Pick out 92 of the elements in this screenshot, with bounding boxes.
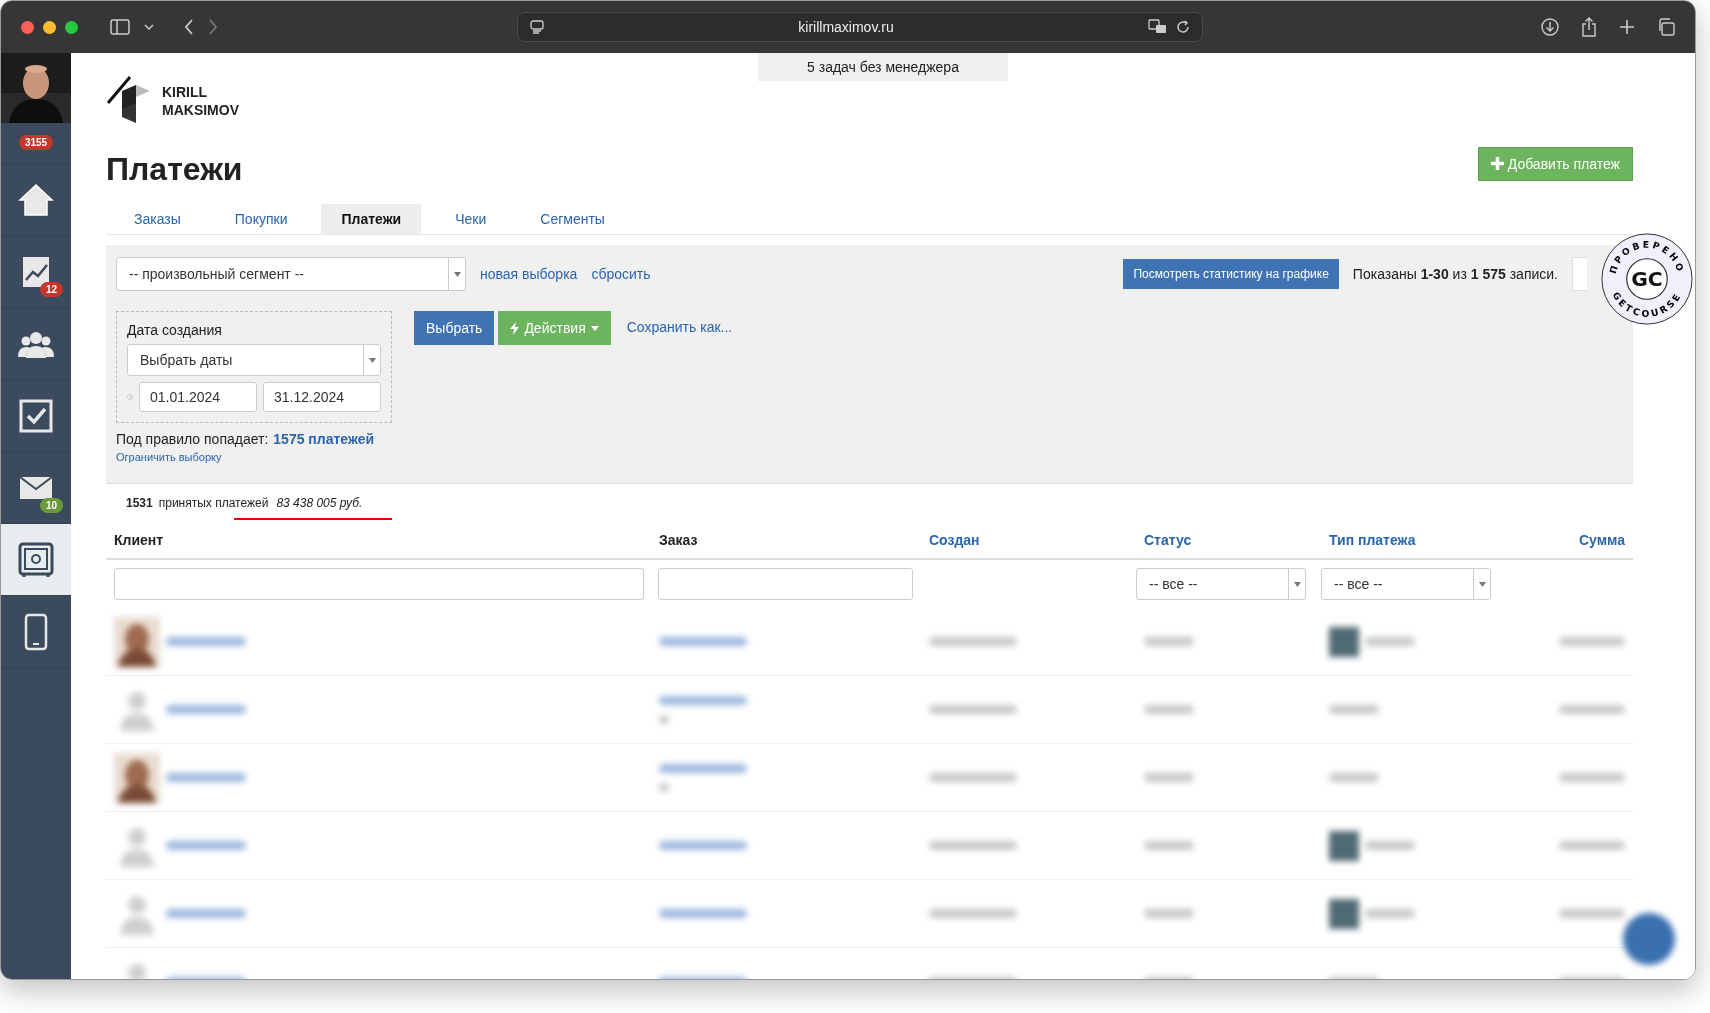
- download-icon[interactable]: [1541, 18, 1559, 36]
- payment-method-icon: [1329, 898, 1359, 929]
- sortable-column-header[interactable]: Тип платежа: [1321, 532, 1551, 548]
- column-header: Клиент: [113, 532, 165, 548]
- statistics-button[interactable]: Посмотреть статистику на графике: [1123, 259, 1339, 289]
- tab[interactable]: Заказы: [114, 204, 201, 234]
- tab[interactable]: Сегменты: [520, 204, 625, 234]
- close-icon[interactable]: [21, 20, 34, 34]
- sidebar-item[interactable]: 12: [1, 236, 71, 308]
- tab[interactable]: Чеки: [435, 204, 507, 234]
- tab[interactable]: Покупки: [214, 204, 308, 234]
- blurred-text: [1144, 841, 1194, 850]
- sidebar-item[interactable]: 3155: [1, 53, 71, 164]
- sortable-column-header[interactable]: Статус: [1136, 532, 1321, 548]
- lightning-icon: [510, 321, 520, 335]
- payments-sum: 83 438 005 руб.: [276, 496, 363, 510]
- payment-method-icon: [1329, 830, 1359, 861]
- reset-link[interactable]: сбросить: [591, 266, 651, 282]
- sidebar-item[interactable]: [1, 524, 71, 596]
- minimize-icon[interactable]: [43, 20, 56, 34]
- dropdown-icon: [453, 271, 461, 277]
- new-tab-icon[interactable]: [1619, 19, 1635, 35]
- dropdown-icon: [1478, 581, 1486, 587]
- translate-icon[interactable]: [1148, 19, 1168, 35]
- notice-banner[interactable]: 5 задач без менеджера: [758, 53, 1008, 81]
- chevron-down-icon[interactable]: [144, 23, 154, 31]
- blurred-text: [1144, 773, 1194, 782]
- blurred-text: [1329, 773, 1379, 782]
- blurred-text: [1559, 773, 1625, 782]
- blurred-text: [659, 782, 669, 792]
- save-as-link[interactable]: Сохранить как...: [626, 319, 733, 335]
- blurred-text: [1329, 705, 1379, 714]
- blurred-text: [659, 714, 669, 724]
- blurred-text: [1559, 909, 1625, 918]
- dropdown-icon: [1293, 581, 1301, 587]
- dropdown-icon: [368, 357, 376, 363]
- mail-icon: [19, 475, 53, 500]
- records-count: Показаны 1-30 из 1 575 записи.: [1352, 266, 1558, 282]
- payment-method-icon: [1329, 626, 1359, 657]
- blurred-text: [1365, 909, 1415, 918]
- date-range-select[interactable]: Выбрать даты: [127, 344, 381, 376]
- forward-icon[interactable]: [208, 19, 218, 35]
- tab[interactable]: Платежи: [321, 204, 422, 234]
- filter-label: Дата создания: [127, 322, 223, 338]
- zoom-icon[interactable]: [65, 20, 78, 34]
- status-filter-select[interactable]: -- все --: [1136, 568, 1306, 600]
- blurred-text: [1365, 841, 1415, 850]
- safe-icon: [18, 541, 54, 578]
- sortable-column-header[interactable]: Сумма: [1570, 532, 1633, 548]
- address-field[interactable]: kirillmaximov.ru: [517, 12, 1203, 42]
- blurred-text: [1144, 637, 1194, 646]
- blurred-text: [1559, 637, 1625, 646]
- caret-icon: [590, 325, 599, 331]
- type-filter-select[interactable]: -- все --: [1321, 568, 1491, 600]
- page-title: Платежи: [106, 151, 243, 188]
- select-button[interactable]: Выбрать: [414, 311, 495, 345]
- blurred-text: [1144, 705, 1194, 714]
- sortable-column-header[interactable]: Создан: [921, 532, 1136, 548]
- checkbox-icon: [19, 398, 53, 433]
- date-from-field[interactable]: 01.01.2024: [139, 382, 257, 412]
- count-badge: 10: [39, 498, 63, 513]
- client-filter-field[interactable]: [114, 568, 644, 600]
- blurred-text: [1559, 705, 1625, 714]
- share-icon[interactable]: [1581, 17, 1597, 37]
- count-badge: 12: [39, 282, 63, 297]
- reload-icon[interactable]: [1176, 20, 1190, 34]
- back-icon[interactable]: [184, 19, 194, 35]
- count-badge: 3155: [18, 135, 54, 150]
- blurred-text: [1365, 637, 1415, 646]
- limit-selection-link[interactable]: Ограничить выборку: [116, 451, 222, 463]
- blurred-text: [1144, 909, 1194, 918]
- column-header: Заказ: [658, 532, 699, 548]
- date-to-field[interactable]: 31.12.2024: [263, 382, 381, 412]
- segment-select[interactable]: -- произвольный сегмент --: [116, 257, 466, 291]
- plus-icon: [1490, 157, 1504, 170]
- logo-text: MAKSIMOV: [162, 101, 239, 119]
- order-filter-field[interactable]: [658, 568, 913, 600]
- page-field[interactable]: [1572, 257, 1587, 291]
- page-icon: [530, 20, 544, 34]
- new-selection-link[interactable]: новая выборка: [480, 266, 578, 282]
- rule-count-link[interactable]: 1575 платежей: [273, 431, 375, 447]
- chat-button[interactable]: [1623, 913, 1675, 965]
- home-icon: [18, 182, 54, 217]
- payments-count: 1531: [126, 496, 153, 510]
- url-text: kirillmaximov.ru: [797, 19, 895, 35]
- phone-icon: [24, 612, 48, 651]
- sidebar-toggle-icon[interactable]: [110, 19, 130, 35]
- blurred-text: [1559, 841, 1625, 850]
- logo-text: KIRILL: [162, 83, 209, 101]
- payments-label: принятых платежей: [158, 496, 269, 510]
- rule-text: Под правило попадает:: [116, 431, 269, 447]
- tabs-icon[interactable]: [1657, 18, 1675, 36]
